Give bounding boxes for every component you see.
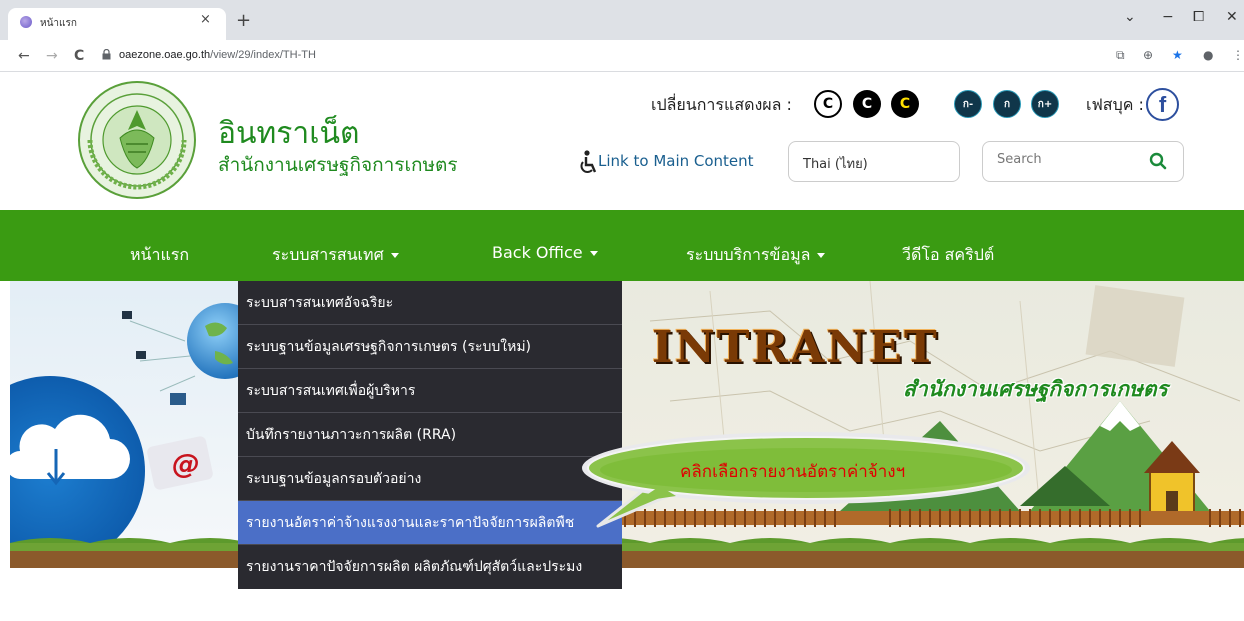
banner-org-name: สำนักงานเศรษฐกิจการเกษตร <box>903 377 1168 401</box>
caret-down-icon <box>390 253 399 258</box>
tab-menu-icon[interactable]: ⌄ <box>1124 9 1136 25</box>
lock-icon[interactable] <box>102 49 111 60</box>
translate-icon[interactable]: ⧉ <box>1116 48 1125 63</box>
font-normal-button[interactable]: ก <box>993 90 1021 118</box>
nav-item-back-office[interactable]: Back Office <box>492 243 598 262</box>
reload-button[interactable]: C <box>74 48 84 64</box>
language-select[interactable]: Thai (ไทย) <box>788 141 960 182</box>
link-to-main-content[interactable]: Link to Main Content <box>598 152 754 170</box>
forward-button[interactable]: → <box>46 48 58 64</box>
bookmark-star-icon[interactable]: ★ <box>1172 48 1183 62</box>
zoom-icon[interactable]: ⊕ <box>1143 48 1153 62</box>
dropdown-item-executive-info[interactable]: ระบบสารสนเทศเพื่อผู้บริหาร <box>238 369 622 413</box>
dropdown-item-smart-info[interactable]: ระบบสารสนเทศอัจฉริยะ <box>238 281 622 325</box>
nav-item-home[interactable]: หน้าแรก <box>130 243 189 268</box>
url-host: oaezone.oae.go.th <box>119 49 211 61</box>
nav-item-data-service[interactable]: ระบบบริการข้อมูล <box>686 243 826 268</box>
url-field[interactable]: oaezone.oae.go.th/view/29/index/TH-TH <box>119 49 316 61</box>
contrast-yellow-button[interactable]: C <box>891 90 919 118</box>
dropdown-item-wage-crop-report[interactable]: รายงานอัตราค่าจ้างแรงงานและราคาปัจจัยการ… <box>238 501 622 545</box>
nav-item-label: ระบบบริการข้อมูล <box>686 245 811 264</box>
banner-intranet-heading: INTRANET <box>652 322 939 373</box>
site-subtitle: สำนักงานเศรษฐกิจการเกษตร <box>218 154 458 176</box>
nav-item-label: Back Office <box>492 243 583 262</box>
browser-tabstrip: หน้าแรก × + ⌄ − ⧠ ✕ <box>0 0 1244 40</box>
menu-icon[interactable]: ⋮ <box>1232 48 1244 62</box>
restore-button[interactable]: ⧠ <box>1193 9 1204 25</box>
profile-icon[interactable]: ● <box>1203 48 1213 62</box>
back-button[interactable]: ← <box>18 48 30 64</box>
tab-close-icon[interactable]: × <box>200 12 211 27</box>
display-mode-label: เปลี่ยนการแสดงผล : <box>651 95 792 114</box>
dropdown-item-sample-frame-db[interactable]: ระบบฐานข้อมูลกรอบตัวอย่าง <box>238 457 622 501</box>
caret-down-icon <box>817 253 826 258</box>
dropdown-item-rra[interactable]: บันทึกรายงานภาวะการผลิต (RRA) <box>238 413 622 457</box>
search-input[interactable] <box>997 152 1137 167</box>
font-increase-button[interactable]: ก+ <box>1031 90 1059 118</box>
tab-title: หน้าแรก <box>40 18 77 29</box>
oae-logo[interactable] <box>76 78 198 202</box>
facebook-icon[interactable]: f <box>1146 88 1179 121</box>
minimize-button[interactable]: − <box>1162 9 1174 25</box>
facebook-label: เฟสบุค : <box>1086 95 1144 114</box>
contrast-dark-button[interactable]: C <box>853 90 881 118</box>
close-window-button[interactable]: ✕ <box>1226 9 1238 25</box>
search-box <box>982 141 1184 182</box>
search-icon[interactable] <box>1149 152 1167 170</box>
info-system-dropdown: ระบบสารสนเทศอัจฉริยะ ระบบฐานข้อมูลเศรษฐก… <box>238 281 622 589</box>
nav-item-label: ระบบสารสนเทศ <box>272 245 384 264</box>
contrast-normal-button[interactable]: C <box>814 90 842 118</box>
callout-text: คลิกเลือกรายงานอัตราค่าจ้างฯ <box>680 462 906 482</box>
dropdown-item-agri-economy-db[interactable]: ระบบฐานข้อมูลเศรษฐกิจการเกษตร (ระบบใหม่) <box>238 325 622 369</box>
nav-item-video-script[interactable]: วีดีโอ สคริปต์ <box>902 243 994 268</box>
url-path: /view/29/index/TH-TH <box>210 49 316 61</box>
tab-favicon-icon <box>20 16 32 28</box>
main-nav: หน้าแรก ระบบสารสนเทศ Back Office ระบบบริ… <box>0 210 1244 281</box>
caret-down-icon <box>589 251 598 256</box>
font-decrease-button[interactable]: ก- <box>954 90 982 118</box>
nav-item-info-system[interactable]: ระบบสารสนเทศ <box>272 243 399 268</box>
dropdown-item-livestock-fishery-report[interactable]: รายงานราคาปัจจัยการผลิต ผลิตภัณฑ์ปศุสัตว… <box>238 545 622 589</box>
accessibility-icon <box>580 150 597 173</box>
email-at-icon: @ <box>172 447 200 480</box>
address-bar: ← → C oaezone.oae.go.th/view/29/index/TH… <box>0 40 1244 72</box>
new-tab-button[interactable]: + <box>236 10 251 31</box>
